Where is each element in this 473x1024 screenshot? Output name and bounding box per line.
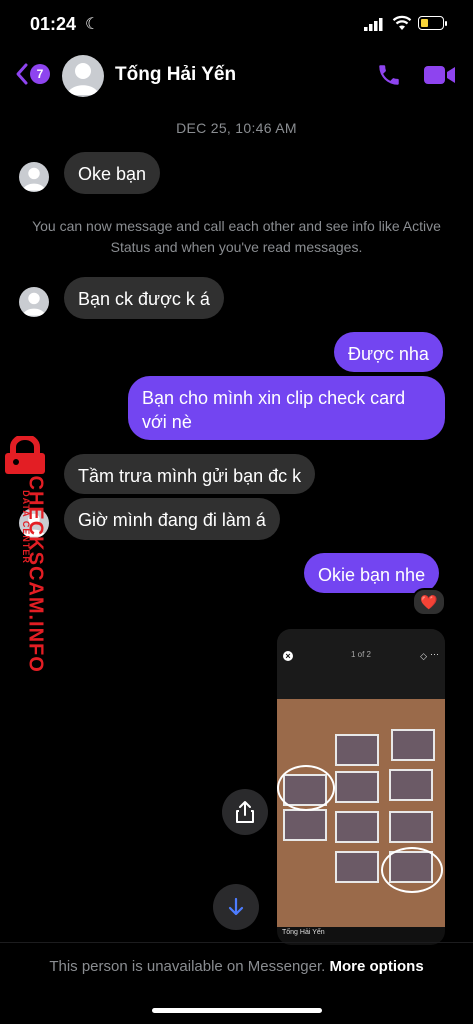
message-bubble-incoming[interactable]: Oke bạn xyxy=(64,152,161,194)
phone-icon[interactable] xyxy=(376,62,402,88)
heart-reaction[interactable]: ❤️ xyxy=(412,588,446,616)
photo-content xyxy=(277,699,445,927)
message-bubble-outgoing[interactable]: Được nha xyxy=(334,332,443,372)
message-bubble-incoming[interactable]: Bạn ck được k á xyxy=(64,277,224,319)
watermark-sub: DATA CENTER xyxy=(21,490,31,564)
lock-icon xyxy=(5,436,45,474)
arrow-down-icon xyxy=(228,897,244,916)
unread-count-badge[interactable]: 7 xyxy=(30,64,50,84)
contact-name[interactable]: Tống Hải Yến xyxy=(115,64,236,86)
more-icon: ⋯ xyxy=(430,649,439,659)
sender-avatar xyxy=(19,287,49,317)
message-bubble-incoming[interactable]: Tầm trưa mình gửi bạn đc k xyxy=(64,454,316,494)
share-button[interactable] xyxy=(222,789,268,835)
unavailable-notice: This person is unavailable on Messenger. xyxy=(49,958,326,975)
message-bubble-outgoing[interactable]: Okie bạn nhe xyxy=(304,553,440,593)
contact-avatar[interactable] xyxy=(62,55,104,97)
home-indicator[interactable] xyxy=(152,1008,322,1013)
tag-icon: ◇ xyxy=(420,651,427,661)
share-icon xyxy=(236,801,254,823)
more-options-link[interactable]: More options xyxy=(330,958,424,975)
back-chevron-icon[interactable] xyxy=(14,62,30,86)
wifi-icon xyxy=(392,15,412,30)
connection-info-text: You can now message and call each other … xyxy=(32,218,441,255)
battery-icon xyxy=(418,16,447,30)
sender-avatar xyxy=(19,162,49,192)
thread-date: DEC 25, 10:46 AM xyxy=(176,120,297,136)
signal-icon xyxy=(364,18,383,31)
moon-icon: ☾ xyxy=(85,16,100,33)
shared-photo[interactable]: × 1 of 2 ◇ ⋯ Tống Hải Yến xyxy=(277,629,445,945)
message-bubble-incoming[interactable]: Giờ mình đang đi làm á xyxy=(64,498,280,540)
scroll-down-button[interactable] xyxy=(213,884,259,930)
message-bubble-outgoing[interactable]: Bạn cho mình xin clip check card với nè xyxy=(128,376,445,440)
video-call-icon[interactable] xyxy=(424,64,456,86)
unavailable-footer: This person is unavailable on Messenger.… xyxy=(0,958,473,975)
status-time: 01:24 xyxy=(30,14,77,34)
photo-caption: Tống Hải Yến xyxy=(282,929,325,936)
